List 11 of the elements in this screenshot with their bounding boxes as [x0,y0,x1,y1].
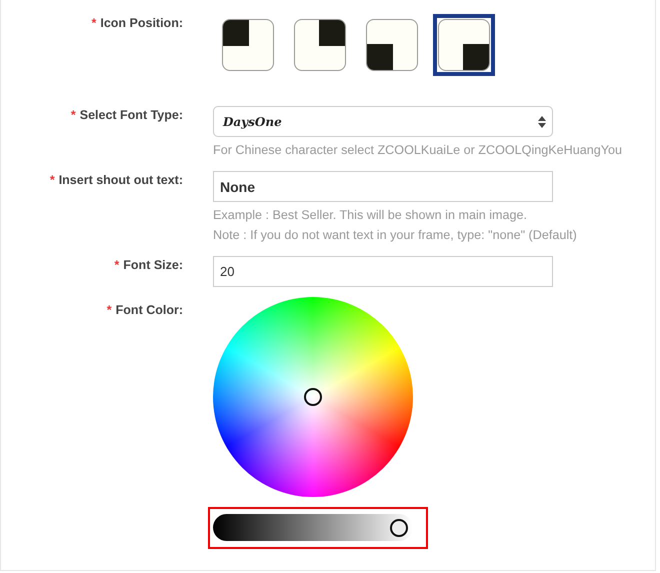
field-label: * Font Color: [106,302,183,317]
input-field[interactable]: None [213,171,553,202]
field-label: * Font Size: [114,257,183,272]
field-label: * Select Font Type: [70,107,183,122]
hint-text: Example : Best Seller. This will be shown in main image. [213,208,528,222]
hint-text: Note : If you do not want text in your frame, type: "none" (Default) [213,228,578,242]
input-field[interactable]: 20 [213,256,553,287]
hint-text: For Chinese character select ZCOOLKuaiLe or ZCOOLQingKeHuangYou [213,143,624,157]
field-label: * Insert shout out text: [50,172,183,187]
field-label: * Icon Position: [91,15,183,30]
font-type-select[interactable]: DaysOne [213,106,553,137]
